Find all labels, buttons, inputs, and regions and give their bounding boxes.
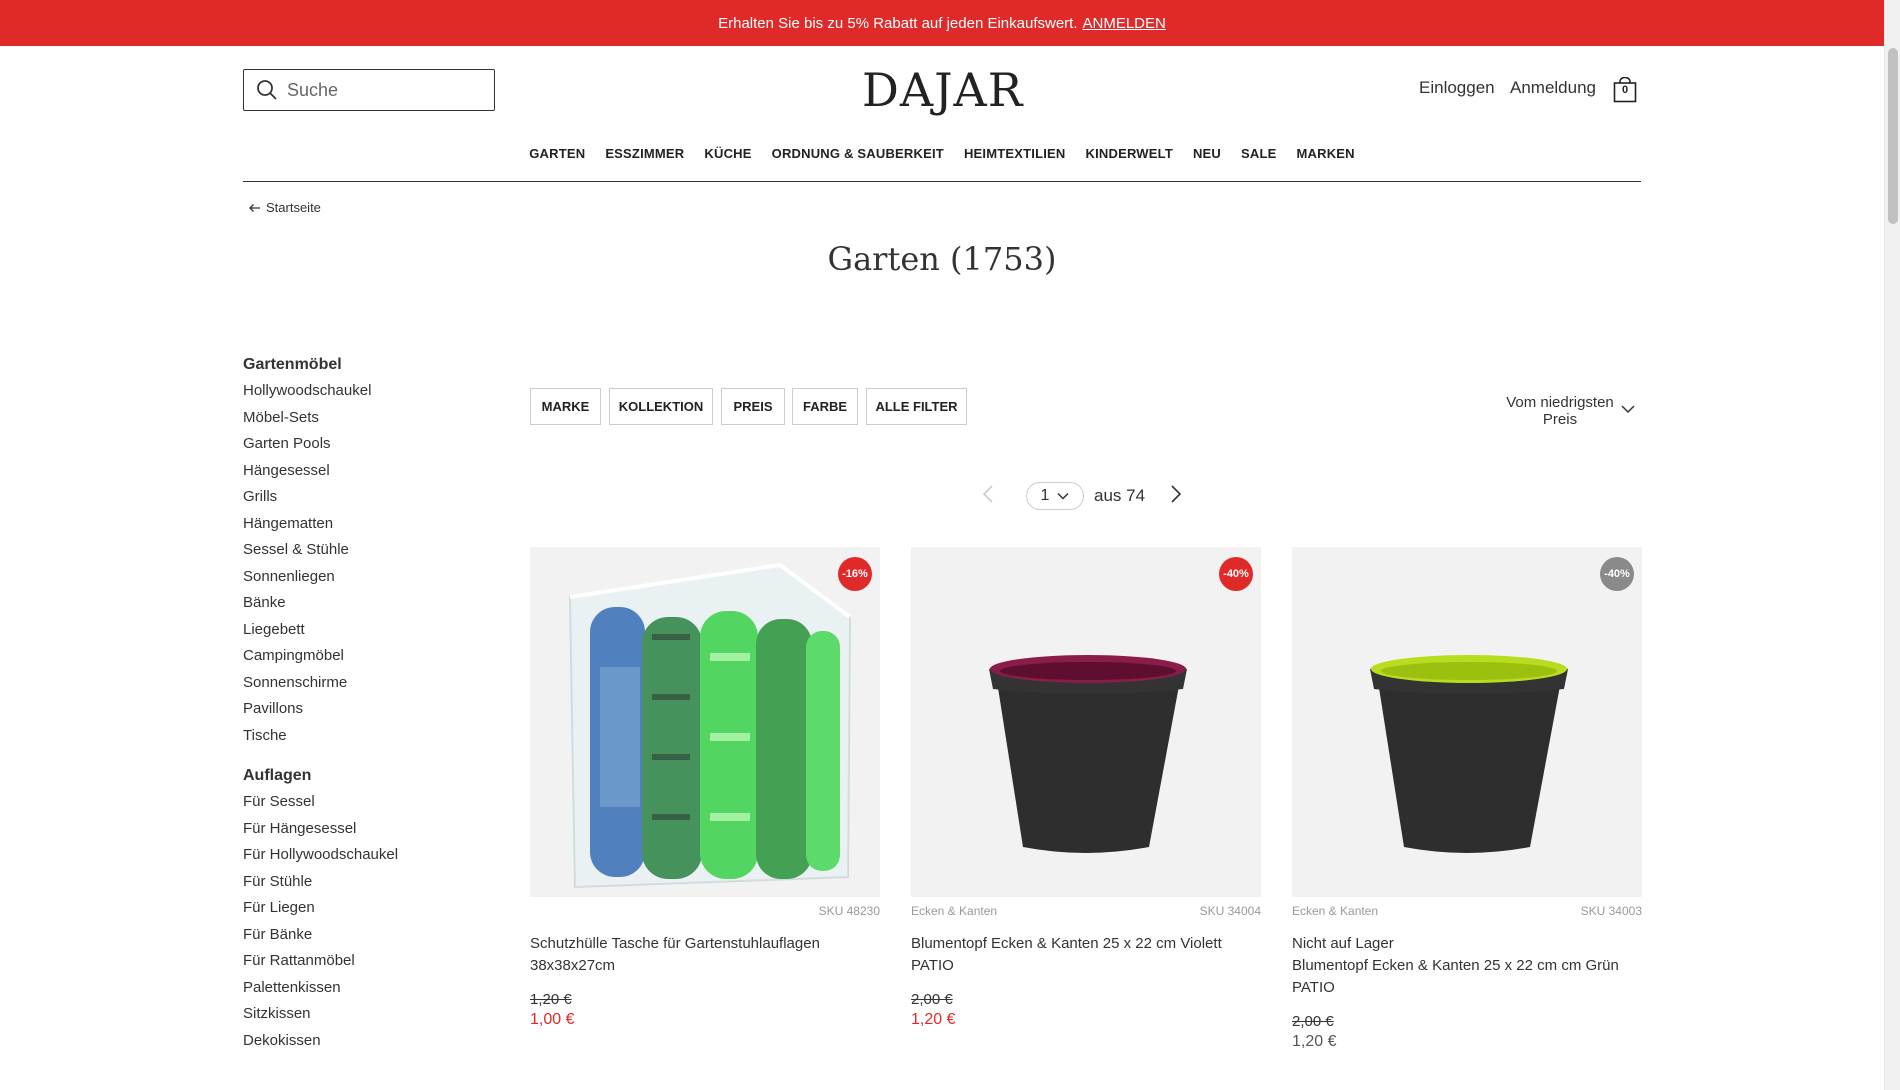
old-price: 2,00 € bbox=[911, 991, 953, 1008]
violet-flower-pot-image bbox=[911, 547, 1261, 897]
main-navigation: GARTEN ESSZIMMER KÜCHE ORDNUNG & SAUBERK… bbox=[243, 146, 1641, 182]
product-image[interactable]: -16% bbox=[530, 547, 880, 897]
sidebar-group-title[interactable]: Auflagen bbox=[243, 767, 493, 785]
page-select[interactable]: 1 bbox=[1026, 482, 1084, 510]
scrollbar-thumb[interactable] bbox=[1888, 48, 1898, 224]
sidebar-item[interactable]: Palettenkissen bbox=[243, 977, 493, 1004]
product-image[interactable]: -40% bbox=[1292, 547, 1642, 897]
sidebar-item[interactable]: Für Hollywoodschaukel bbox=[243, 844, 493, 871]
chevron-right-icon[interactable] bbox=[1170, 484, 1182, 504]
product-card[interactable]: -16% SKU 48230 Schutzhülle Tasche für Ga… bbox=[530, 547, 880, 1029]
sidebar-item[interactable]: Für Hängesessel bbox=[243, 818, 493, 845]
current-price: 1,20 € bbox=[1292, 1033, 1337, 1050]
page-title: Garten (1753) bbox=[827, 240, 1057, 278]
sidebar-item[interactable]: Für Bänke bbox=[243, 924, 493, 951]
current-page: 1 bbox=[1040, 487, 1050, 504]
sidebar-item[interactable]: Für Stühle bbox=[243, 871, 493, 898]
sidebar-item[interactable]: Für Rattanmöbel bbox=[243, 950, 493, 977]
discount-badge: -40% bbox=[1600, 557, 1634, 591]
sidebar-item[interactable]: Möbel-Sets bbox=[243, 407, 493, 434]
breadcrumb-home[interactable]: Startseite bbox=[266, 200, 321, 215]
filter-marke-button[interactable]: MARKE bbox=[530, 388, 601, 425]
page-scrollbar[interactable] bbox=[1884, 0, 1900, 1090]
breadcrumb[interactable]: Startseite bbox=[248, 200, 321, 215]
cart-count: 0 bbox=[1621, 84, 1629, 96]
old-price: 1,20 € bbox=[530, 991, 572, 1008]
current-price: 1,20 € bbox=[911, 1011, 956, 1028]
sidebar-item[interactable]: Sessel & Stühle bbox=[243, 539, 493, 566]
nav-item-kueche[interactable]: KÜCHE bbox=[704, 146, 751, 181]
current-price: 1,00 € bbox=[530, 1011, 575, 1028]
search-box[interactable] bbox=[243, 69, 495, 111]
sort-select[interactable]: Vom niedrigsten Preis bbox=[1480, 394, 1640, 428]
search-icon bbox=[257, 80, 277, 100]
sidebar-item[interactable]: Pavillons bbox=[243, 698, 493, 725]
sidebar-item[interactable]: Sonnenschirme bbox=[243, 672, 493, 699]
sidebar-item[interactable]: Hängesessel bbox=[243, 460, 493, 487]
sidebar-item[interactable]: Bänke bbox=[243, 592, 493, 619]
sidebar-item[interactable]: Garten Pools bbox=[243, 433, 493, 460]
product-name[interactable]: Schutzhülle Tasche für Gartenstuhlauflag… bbox=[530, 933, 880, 977]
sidebar-item[interactable]: Hollywoodschaukel bbox=[243, 380, 493, 407]
sidebar-item[interactable]: Sonnenliegen bbox=[243, 566, 493, 593]
search-input[interactable] bbox=[287, 79, 477, 101]
sidebar-item[interactable]: Für Sessel bbox=[243, 791, 493, 818]
category-sidebar: Gartenmöbel Hollywoodschaukel Möbel-Sets… bbox=[243, 356, 493, 1056]
promo-signup-link[interactable]: ANMELDEN bbox=[1083, 15, 1166, 32]
product-image[interactable]: -40% bbox=[911, 547, 1261, 897]
register-link[interactable]: Anmeldung bbox=[1510, 78, 1596, 98]
chevron-down-icon[interactable] bbox=[1620, 404, 1636, 414]
sidebar-item[interactable]: Liegebett bbox=[243, 619, 493, 646]
sidebar-group-title[interactable]: Gartenmöbel bbox=[243, 356, 493, 374]
product-name[interactable]: Blumentopf Ecken & Kanten 25 x 22 cm Vio… bbox=[911, 933, 1261, 977]
out-of-stock-label: Nicht auf Lager bbox=[1292, 935, 1394, 952]
green-flower-pot-image bbox=[1292, 547, 1642, 897]
discount-badge: -40% bbox=[1219, 557, 1253, 591]
sidebar-item[interactable]: Campingmöbel bbox=[243, 645, 493, 672]
all-filters-button[interactable]: ALLE FILTER bbox=[866, 388, 967, 425]
filter-farbe-button[interactable]: FARBE bbox=[792, 388, 858, 425]
product-sku: SKU 34004 bbox=[1199, 904, 1261, 918]
product-name[interactable]: Blumentopf Ecken & Kanten 25 x 22 cm cm … bbox=[1292, 955, 1642, 999]
chevron-left-icon[interactable] bbox=[982, 484, 994, 504]
discount-badge: -16% bbox=[838, 557, 872, 591]
promo-bar: Erhalten Sie bis zu 5% Rabatt auf jeden … bbox=[0, 0, 1884, 46]
sidebar-item[interactable]: Für Liegen bbox=[243, 897, 493, 924]
product-brand[interactable]: Ecken & Kanten bbox=[911, 904, 997, 920]
arrow-left-icon bbox=[249, 203, 260, 212]
sidebar-item[interactable]: Tische bbox=[243, 725, 493, 752]
page-count: aus 74 bbox=[1094, 486, 1146, 505]
cart-button[interactable]: 0 bbox=[1613, 76, 1637, 103]
sidebar-item[interactable]: Grills bbox=[243, 486, 493, 513]
nav-item-heimtextilien[interactable]: HEIMTEXTILIEN bbox=[964, 146, 1066, 181]
nav-item-marken[interactable]: MARKEN bbox=[1297, 146, 1355, 181]
sort-label-line2: Preis bbox=[1542, 411, 1578, 428]
old-price: 2,00 € bbox=[1292, 1013, 1334, 1030]
product-card[interactable]: -40% Ecken & Kanten SKU 34003 Nicht auf … bbox=[1292, 547, 1642, 1051]
chevron-down-icon bbox=[1057, 492, 1069, 500]
cushion-bag-image bbox=[530, 547, 880, 897]
sidebar-item[interactable]: Dekokissen bbox=[243, 1030, 493, 1057]
filter-kollektion-button[interactable]: KOLLEKTION bbox=[609, 388, 713, 425]
product-card[interactable]: -40% Ecken & Kanten SKU 34004 Blumentopf… bbox=[911, 547, 1261, 1029]
site-logo[interactable]: DAJAR bbox=[862, 64, 1022, 116]
login-link[interactable]: Einloggen bbox=[1419, 78, 1495, 98]
filter-preis-button[interactable]: PREIS bbox=[721, 388, 785, 425]
sidebar-item[interactable]: Hängematten bbox=[243, 513, 493, 540]
sort-label-line1: Vom niedrigsten bbox=[1506, 394, 1614, 411]
nav-item-sale[interactable]: SALE bbox=[1241, 146, 1276, 181]
promo-text: Erhalten Sie bis zu 5% Rabatt auf jeden … bbox=[718, 14, 1078, 32]
sidebar-item[interactable]: Sitzkissen bbox=[243, 1003, 493, 1030]
product-brand[interactable]: Ecken & Kanten bbox=[1292, 904, 1378, 920]
nav-item-ordnung-sauberkeit[interactable]: ORDNUNG & SAUBERKEIT bbox=[772, 146, 944, 181]
nav-item-garten[interactable]: GARTEN bbox=[529, 146, 585, 181]
nav-item-kinderwelt[interactable]: KINDERWELT bbox=[1086, 146, 1173, 181]
nav-item-esszimmer[interactable]: ESSZIMMER bbox=[605, 146, 684, 181]
nav-item-neu[interactable]: NEU bbox=[1193, 146, 1221, 181]
product-sku: SKU 34003 bbox=[1580, 904, 1642, 918]
product-sku: SKU 48230 bbox=[818, 904, 880, 918]
